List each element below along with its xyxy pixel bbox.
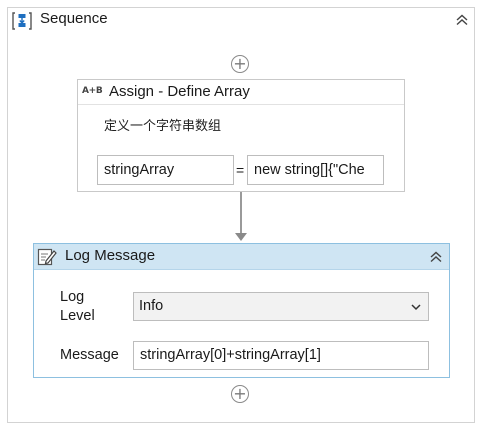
flow-connector: [240, 192, 242, 234]
sequence-title: Sequence: [40, 10, 108, 27]
collapse-icon[interactable]: [454, 12, 470, 28]
log-level-label: Log Level: [60, 289, 95, 324]
collapse-icon[interactable]: [428, 249, 444, 265]
add-activity-top-icon[interactable]: +: [231, 55, 249, 73]
assign-description: 定义一个字符串数组: [104, 118, 222, 133]
log-message-title: Log Message: [65, 247, 156, 264]
log-level-value: Info: [139, 298, 164, 314]
sequence-icon: [12, 11, 32, 31]
assign-icon: A+B: [82, 86, 103, 96]
message-label: Message: [60, 347, 119, 363]
chevron-down-icon[interactable]: [410, 300, 422, 312]
assign-title: Assign - Define Array: [109, 83, 250, 100]
add-activity-bottom-icon[interactable]: +: [231, 385, 249, 403]
connector-arrow-icon: [235, 233, 247, 241]
assign-to-field[interactable]: stringArray: [97, 155, 234, 185]
message-field[interactable]: stringArray[0]+stringArray[1]: [133, 341, 429, 370]
assign-value-field[interactable]: new string[]{"Che: [247, 155, 384, 185]
plus-icon: +: [233, 54, 247, 73]
log-message-icon: [37, 247, 57, 267]
assign-equals-sign: =: [236, 162, 245, 178]
plus-icon: +: [233, 384, 247, 403]
log-level-select[interactable]: Info: [133, 292, 429, 321]
